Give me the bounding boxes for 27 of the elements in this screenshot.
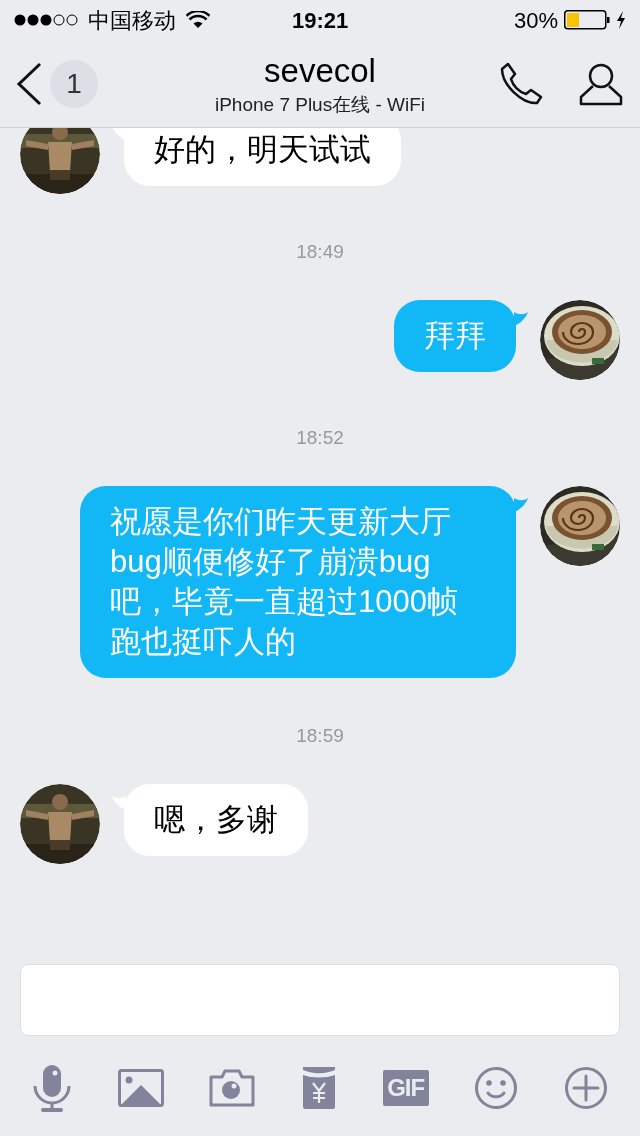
back-icon[interactable] xyxy=(16,61,42,106)
battery-percent: 30% xyxy=(513,6,558,35)
wifi-icon xyxy=(186,11,210,29)
camera-icon[interactable] xyxy=(209,1069,256,1107)
timestamp: 18:52 xyxy=(296,426,344,450)
online-status: iPhone 7 Plus在线 - WiFi xyxy=(214,93,426,117)
status-time: 19:21 xyxy=(292,6,349,35)
carrier-name: 中国移动 xyxy=(88,6,176,35)
message-text: 拜拜 xyxy=(424,318,486,353)
emoji-icon[interactable] xyxy=(474,1066,519,1110)
message-text: 好的，明天试试 xyxy=(154,132,371,167)
phone-icon[interactable] xyxy=(498,60,544,107)
timestamp: 18:49 xyxy=(296,240,344,264)
charging-icon xyxy=(616,11,626,29)
chat-title: sevecol xyxy=(264,51,376,91)
unread-badge: 1 xyxy=(50,59,98,108)
battery-icon xyxy=(564,10,610,30)
message-input[interactable] xyxy=(20,964,620,1036)
plus-icon[interactable] xyxy=(563,1066,608,1110)
gif-button[interactable]: GIF xyxy=(382,1070,429,1106)
signal-icon xyxy=(14,13,78,27)
timestamp: 18:59 xyxy=(296,724,344,748)
message-text: 祝愿是你们昨天更新大厅bug顺便修好了崩溃bug吧，毕竟一直超过1000帧跑也挺吓人的 xyxy=(110,504,458,659)
image-icon[interactable] xyxy=(117,1069,164,1107)
envelope-icon[interactable] xyxy=(300,1067,337,1109)
microphone-icon[interactable] xyxy=(32,1064,72,1112)
message-text: 嗯，多谢 xyxy=(154,802,278,837)
